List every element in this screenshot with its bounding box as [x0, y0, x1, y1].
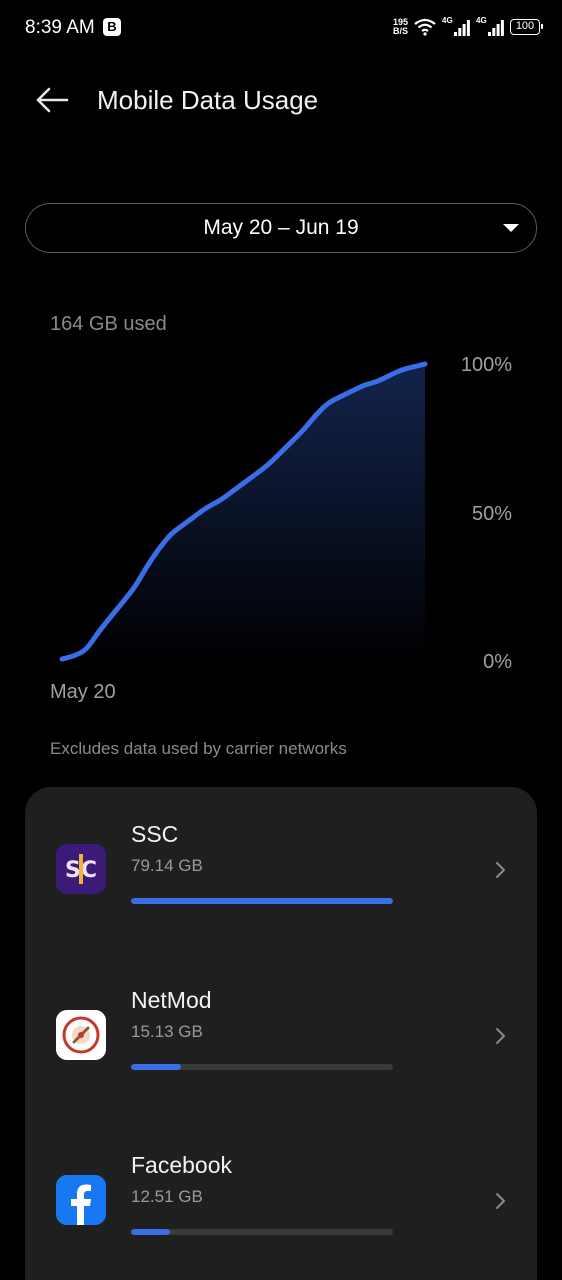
app-usage-list: SC SSC 79.14 GB NetMod 15.13 GB	[25, 787, 537, 1280]
app-usage-size: 12.51 GB	[131, 1187, 203, 1206]
caret-down-icon	[503, 224, 519, 232]
chart-start-date: May 20	[50, 681, 116, 703]
carrier-exclusion-note: Excludes data used by carrier networks	[50, 739, 347, 758]
chevron-right-icon	[496, 862, 505, 878]
network-speed-unit: B/S	[392, 26, 408, 36]
sim1-signal-icon: 4G	[442, 16, 470, 38]
billing-period-label: May 20 – Jun 19	[203, 216, 359, 239]
app-usage-size: 79.14 GB	[131, 856, 203, 875]
back-button[interactable]	[30, 80, 74, 120]
sim2-signal-icon: 4G	[476, 16, 504, 38]
wifi-icon	[414, 18, 436, 36]
app-usage-bar-fill	[131, 898, 393, 904]
chevron-right-icon	[496, 1028, 505, 1044]
app-usage-bar	[131, 898, 393, 904]
status-icons: 195 B/S 4G 4G 100	[393, 14, 543, 40]
network-speed: 195 B/S	[393, 18, 408, 36]
y-tick-50: 50%	[471, 503, 512, 525]
app-usage-bar-fill	[131, 1229, 171, 1235]
y-tick-0: 0%	[483, 651, 512, 673]
sim1-network-type: 4G	[442, 16, 453, 25]
chevron-right-icon	[496, 1193, 505, 1209]
app-row-netmod[interactable]: NetMod 15.13 GB	[25, 953, 537, 1113]
app-row-facebook[interactable]: Facebook 12.51 GB	[25, 1118, 537, 1278]
app-usage-bar	[131, 1064, 393, 1070]
netmod-app-icon	[56, 1010, 106, 1060]
app-usage-size: 15.13 GB	[131, 1022, 203, 1041]
arrow-left-icon	[36, 87, 69, 113]
ssc-app-icon: SC	[56, 844, 106, 894]
app-name: SSC	[131, 821, 179, 847]
app-usage-bar-fill	[131, 1064, 181, 1070]
app-usage-bar	[131, 1229, 393, 1235]
page-title: Mobile Data Usage	[97, 85, 319, 115]
facebook-app-icon	[56, 1175, 106, 1225]
app-name: NetMod	[131, 987, 212, 1013]
sim2-network-type: 4G	[476, 16, 487, 25]
app-row-ssc[interactable]: SC SSC 79.14 GB	[25, 787, 537, 947]
status-time: 8:39 AM	[25, 17, 95, 38]
usage-area	[62, 364, 425, 662]
billing-period-dropdown[interactable]: May 20 – Jun 19	[25, 203, 537, 253]
status-bar: 8:39 AM B 195 B/S 4G 4G 100	[0, 0, 562, 56]
data-used-total: 164 GB used	[50, 313, 167, 335]
notification-badge-icon: B	[103, 18, 121, 36]
battery-icon: 100	[510, 19, 543, 35]
app-name: Facebook	[131, 1152, 233, 1178]
y-tick-100: 100%	[460, 354, 512, 376]
